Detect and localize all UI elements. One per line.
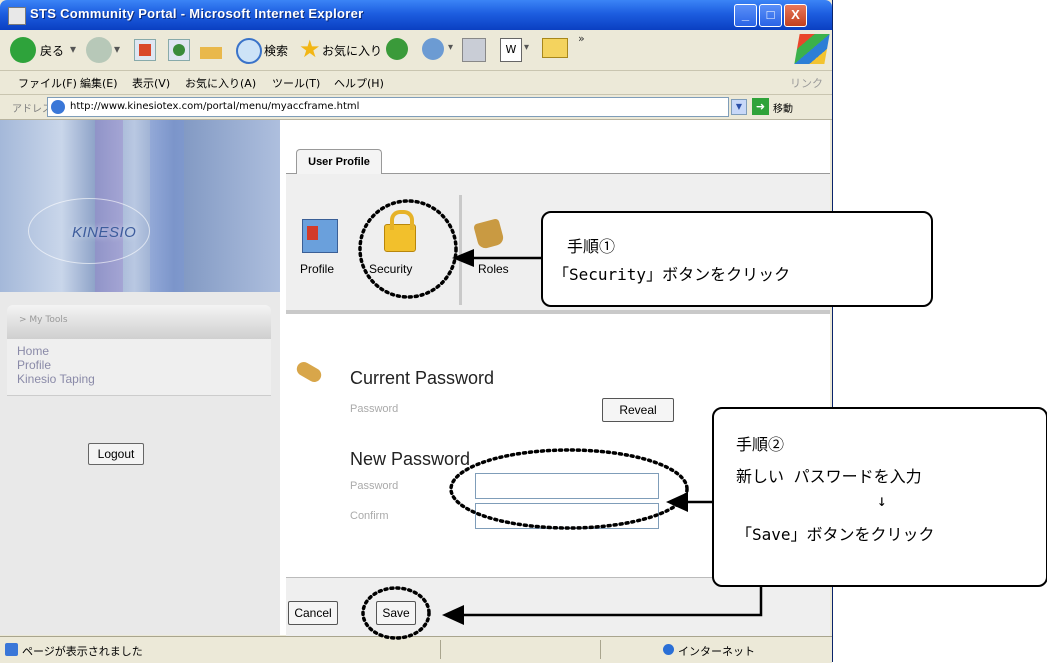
step2-arrowhead: [666, 492, 688, 512]
save-arrow-line: [462, 585, 763, 617]
step1-instruction: 「Security」ボタンをクリック: [553, 265, 791, 284]
step2-callout: 手順② 新しい パスワードを入力 ↓ 「Save」ボタンをクリック: [712, 407, 1047, 587]
password-fields-highlight: [449, 448, 689, 530]
step2-down-arrow: ↓: [877, 491, 887, 510]
step1-title: 手順①: [567, 237, 616, 256]
step1-callout: 手順① 「Security」ボタンをクリック: [541, 211, 933, 307]
security-highlight-circle: [358, 199, 458, 299]
step2-instruction-input: 新しい パスワードを入力: [736, 467, 922, 486]
step2-instruction-save: 「Save」ボタンをクリック: [736, 525, 935, 544]
save-highlight-circle: [361, 586, 431, 640]
save-arrowhead: [442, 605, 464, 625]
step2-title: 手順②: [736, 435, 785, 454]
